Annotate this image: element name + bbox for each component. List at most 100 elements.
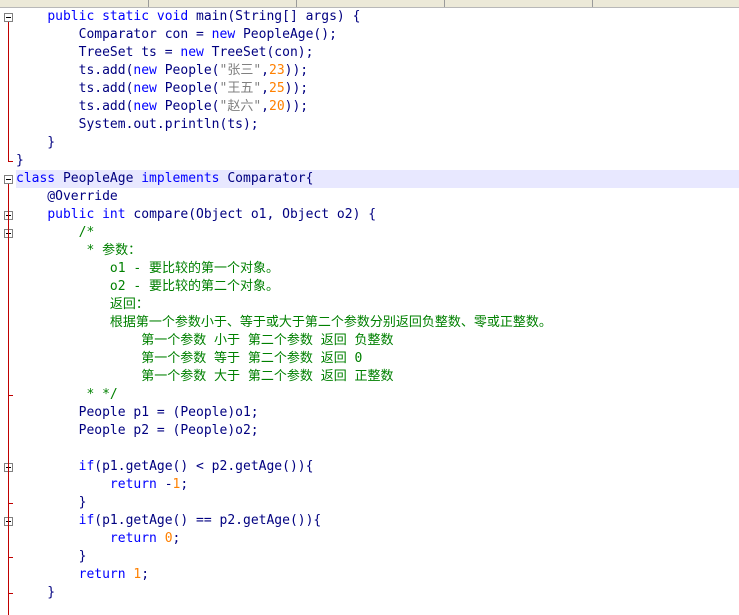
- code-token: -: [156, 477, 173, 492]
- code-line[interactable]: return 1;: [16, 566, 739, 584]
- code-token: }: [16, 135, 56, 150]
- code-line[interactable]: * 参数：: [16, 242, 739, 260]
- code-line[interactable]: if(p1.getAge() == p2.getAge()){: [16, 512, 739, 530]
- fold-line: [8, 184, 9, 615]
- code-line[interactable]: ts.add(new People("王五",25));: [16, 80, 739, 98]
- code-line[interactable]: public int compare(Object o1, Object o2)…: [16, 206, 739, 224]
- code-token: return: [78, 567, 126, 582]
- code-token: * 参数：: [16, 243, 142, 258]
- code-token: 20: [269, 99, 285, 114]
- code-token: PeopleAge();: [235, 27, 337, 42]
- code-line[interactable]: 第一个参数 大于 第二个参数 返回 正整数: [16, 368, 739, 386]
- code-token: /*: [16, 225, 95, 240]
- code-token: o2 - 要比较的第二个对象。: [16, 279, 280, 294]
- code-line[interactable]: 第一个参数 等于 第二个参数 返回 0: [16, 350, 739, 368]
- fold-gutter: [0, 8, 16, 615]
- code-line[interactable]: if(p1.getAge() < p2.getAge()){: [16, 458, 739, 476]
- code-token: ));: [284, 81, 309, 96]
- code-line[interactable]: }: [16, 152, 739, 170]
- code-line[interactable]: }: [16, 494, 739, 512]
- code-token: main(String[] args) {: [188, 9, 361, 24]
- code-token: new: [133, 81, 157, 96]
- code-token: TreeSet(con);: [203, 45, 314, 60]
- code-token: ));: [284, 99, 309, 114]
- fold-toggle-icon[interactable]: [4, 175, 13, 184]
- code-line[interactable]: }: [16, 584, 739, 602]
- code-token: 根据第一个参数小于、等于或大于第二个参数分别返回负整数、零或正整数。: [16, 315, 552, 330]
- code-line[interactable]: System.out.println(ts);: [16, 116, 739, 134]
- code-line[interactable]: o1 - 要比较的第一个对象。: [16, 260, 739, 278]
- code-token: (p1.getAge() < p2.getAge()){: [94, 459, 314, 474]
- code-token: 23: [269, 63, 285, 78]
- code-line[interactable]: class PeopleAge implements Comparator{: [16, 170, 739, 188]
- code-line[interactable]: 第一个参数 小于 第二个参数 返回 负整数: [16, 332, 739, 350]
- code-line[interactable]: /*: [16, 224, 739, 242]
- code-token: PeopleAge: [55, 171, 142, 186]
- code-line[interactable]: [16, 440, 739, 458]
- code-token: "王五": [219, 81, 262, 96]
- code-line[interactable]: return -1;: [16, 476, 739, 494]
- code-token: 25: [269, 81, 285, 96]
- code-line[interactable]: }: [16, 548, 739, 566]
- code-line[interactable]: ts.add(new People("赵六",20));: [16, 98, 739, 116]
- code-token: ts.add(: [16, 99, 134, 114]
- code-token: Comparator con =: [16, 27, 212, 42]
- code-token: o1 - 要比较的第一个对象。: [16, 261, 280, 276]
- code-token: System.out.println(ts);: [16, 117, 259, 132]
- code-line[interactable]: return 0;: [16, 530, 739, 548]
- code-line[interactable]: People p1 = (People)o1;: [16, 404, 739, 422]
- code-token: * */: [16, 387, 118, 402]
- code-line[interactable]: }: [16, 134, 739, 152]
- tab-strip: [0, 0, 739, 8]
- code-token: new: [211, 27, 236, 42]
- code-token: }: [16, 585, 56, 600]
- code-line[interactable]: @Override: [16, 188, 739, 206]
- code-token: ,: [261, 81, 269, 96]
- code-token: 第一个参数 大于 第二个参数 返回 正整数: [16, 369, 394, 384]
- code-token: class: [16, 171, 56, 186]
- code-line[interactable]: ts.add(new People("张三",23));: [16, 62, 739, 80]
- code-token: }: [16, 495, 87, 510]
- code-token: return: [109, 531, 157, 546]
- code-token: public static void: [47, 9, 189, 24]
- code-token: ;: [172, 531, 181, 546]
- code-token: 第一个参数 等于 第二个参数 返回 0: [16, 351, 363, 366]
- fold-toggle-icon[interactable]: [4, 13, 13, 22]
- code-token: 第一个参数 小于 第二个参数 返回 负整数: [16, 333, 394, 348]
- code-token: new: [133, 99, 157, 114]
- code-token: implements: [141, 171, 220, 186]
- code-line[interactable]: o2 - 要比较的第二个对象。: [16, 278, 739, 296]
- code-token: "赵六": [219, 99, 262, 114]
- code-line[interactable]: Comparator con = new PeopleAge();: [16, 26, 739, 44]
- code-token: }: [16, 549, 87, 564]
- code-line[interactable]: 根据第一个参数小于、等于或大于第二个参数分别返回负整数、零或正整数。: [16, 314, 739, 332]
- code-token: }: [16, 153, 24, 168]
- code-editor[interactable]: public static void main(String[] args) {…: [16, 8, 739, 602]
- code-line[interactable]: 返回：: [16, 296, 739, 314]
- fold-end: [8, 161, 13, 162]
- code-token: 0: [164, 531, 173, 546]
- fold-line: [8, 22, 9, 161]
- code-line[interactable]: * */: [16, 386, 739, 404]
- code-token: People(: [156, 81, 220, 96]
- code-token: 返回：: [16, 297, 149, 312]
- code-token: ,: [261, 99, 269, 114]
- code-token: ts.add(: [16, 63, 134, 78]
- code-token: new: [133, 63, 157, 78]
- code-token: ;: [141, 567, 150, 582]
- code-token: return: [109, 477, 157, 492]
- code-token: ));: [284, 63, 309, 78]
- code-token: People(: [156, 63, 220, 78]
- code-token: ts.add(: [16, 81, 134, 96]
- code-line[interactable]: People p2 = (People)o2;: [16, 422, 739, 440]
- code-line[interactable]: public static void main(String[] args) {: [16, 8, 739, 26]
- code-line[interactable]: TreeSet ts = new TreeSet(con);: [16, 44, 739, 62]
- code-token: new: [180, 45, 204, 60]
